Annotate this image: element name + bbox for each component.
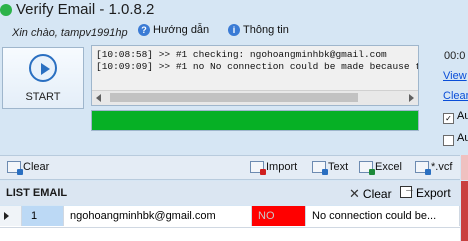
export-icon bbox=[400, 183, 415, 198]
row-status: NO bbox=[252, 206, 306, 226]
clear-log-link[interactable]: Clear bbox=[443, 90, 468, 102]
vcf-button-label: *.vcf bbox=[431, 161, 453, 174]
export-excel-button[interactable]: Excel bbox=[359, 161, 402, 176]
play-icon bbox=[29, 54, 57, 82]
row-selector[interactable] bbox=[0, 206, 22, 226]
row-index: 1 bbox=[22, 206, 64, 226]
progress-bar bbox=[91, 110, 419, 131]
row-email: ngohoangminhbk@gmail.com bbox=[64, 206, 252, 226]
app-status-icon bbox=[0, 4, 12, 16]
info-icon: i bbox=[228, 24, 240, 37]
side-panel-edge bbox=[461, 155, 468, 180]
auto-checkbox-1-label: Au bbox=[457, 110, 468, 122]
clear-button[interactable]: Clear bbox=[7, 161, 50, 176]
list-export-button[interactable]: Export bbox=[400, 183, 451, 200]
excel-button-label: Excel bbox=[375, 161, 402, 174]
log-horizontal-scrollbar[interactable] bbox=[92, 90, 418, 105]
clear-icon bbox=[7, 161, 23, 176]
auto-checkbox-1[interactable]: ✓ bbox=[443, 113, 454, 124]
list-export-label: Export bbox=[416, 186, 451, 200]
close-icon: ✕ bbox=[349, 186, 360, 201]
import-button-label: Import bbox=[266, 161, 298, 174]
scroll-left-icon[interactable] bbox=[96, 94, 101, 102]
start-label: START bbox=[25, 91, 61, 103]
list-empty-area bbox=[0, 228, 460, 241]
window-title: Verify Email - 1.0.8.2 bbox=[16, 1, 155, 18]
list-header: LIST EMAIL ✕Clear Export bbox=[0, 181, 460, 205]
table-row[interactable]: 1 ngohoangminhbk@gmail.com NO No connect… bbox=[0, 206, 460, 228]
list-clear-label: Clear bbox=[362, 187, 392, 201]
log-panel[interactable]: [10:08:58] >> #1 checking: ngohoangminhb… bbox=[91, 45, 419, 106]
export-vcf-button[interactable]: *.vcf bbox=[415, 161, 453, 176]
list-clear-button[interactable]: ✕ Clear bbox=[349, 186, 392, 202]
help-link[interactable]: ? Hướng dẫn bbox=[138, 24, 209, 42]
log-line: [10:09:09] >> #1 no No connection could … bbox=[96, 61, 419, 72]
vcf-icon bbox=[415, 161, 431, 176]
start-button[interactable]: START bbox=[2, 47, 84, 109]
info-link[interactable]: i Thông tin bbox=[228, 24, 289, 42]
row-pointer-icon bbox=[4, 212, 9, 220]
text-file-icon bbox=[312, 161, 328, 176]
row-message: No connection could be... bbox=[306, 206, 460, 226]
greeting-text: Xin chào, tampv1991hp bbox=[12, 27, 128, 39]
import-icon bbox=[250, 161, 266, 176]
clear-button-label: Clear bbox=[23, 161, 50, 174]
list-title: LIST EMAIL bbox=[6, 187, 68, 199]
side-panel-edge-lower bbox=[461, 181, 468, 241]
help-icon: ? bbox=[138, 24, 150, 37]
help-label: Hướng dẫn bbox=[153, 24, 210, 37]
auto-checkbox-2[interactable] bbox=[443, 135, 454, 146]
excel-icon bbox=[359, 161, 375, 176]
progress-fill bbox=[92, 111, 418, 130]
export-text-button[interactable]: Text bbox=[312, 161, 349, 176]
title-bar: Verify Email - 1.0.8.2 bbox=[0, 0, 468, 22]
log-line: [10:08:58] >> #1 checking: ngohoangminhb… bbox=[96, 49, 387, 60]
text-button-label: Text bbox=[328, 161, 349, 174]
scrollbar-thumb[interactable] bbox=[110, 93, 358, 102]
view-link[interactable]: View bbox=[443, 70, 467, 82]
info-label: Thông tin bbox=[243, 24, 289, 37]
import-button[interactable]: Import bbox=[250, 161, 298, 176]
elapsed-time: 00:0 bbox=[444, 50, 466, 62]
scroll-right-icon[interactable] bbox=[409, 94, 414, 102]
auto-checkbox-2-label: Au bbox=[457, 132, 468, 144]
list-toolbar: Clear Import Text Excel *.vcf bbox=[0, 155, 460, 180]
